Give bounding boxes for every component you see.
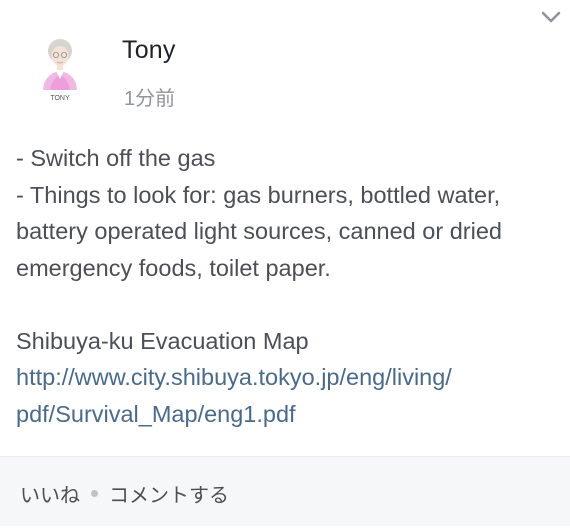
post-footer: いいね コメントする [0,456,570,526]
chevron-down-icon[interactable] [540,8,562,26]
post-body: - Switch off the gas - Things to look fo… [16,140,556,432]
separator-dot [91,490,98,497]
link-text-line2: pdf/Survival_Map/eng1.pdf [16,400,296,427]
map-title: Shibuya-ku Evacuation Map [16,327,309,354]
post-card: TONY Tony 1分前 - Switch off the gas - Thi… [0,0,570,532]
avatar[interactable]: TONY [28,32,92,104]
avatar-caption: TONY [50,95,70,102]
link-text-line1: http://www.city.shibuya.tokyo.jp/eng/liv… [16,364,452,390]
comment-button[interactable]: コメントする [109,479,229,508]
evacuation-map-link[interactable]: http://www.city.shibuya.tokyo.jp/eng/liv… [16,364,452,427]
bottom-divider [0,526,570,532]
author-name[interactable]: Tony [122,36,176,65]
post-line: - Things to look for: gas burners, bottl… [16,181,502,281]
like-button[interactable]: いいね [20,479,80,508]
timestamp[interactable]: 1分前 [124,82,175,111]
post-line: - Switch off the gas [16,145,216,171]
post-actions: いいね コメントする [20,479,229,508]
